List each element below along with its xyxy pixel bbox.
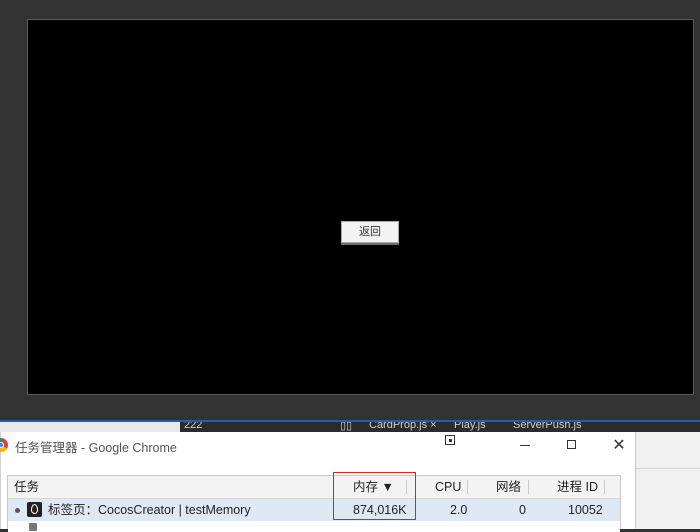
maximize-button[interactable]	[559, 435, 585, 455]
editor-tab[interactable]: 222	[184, 422, 202, 431]
table-row[interactable]: 标签页：CocosCreator | testMemory 874,016K 2…	[8, 499, 620, 521]
column-header-task[interactable]: 任务	[14, 476, 39, 498]
title-bar[interactable]: 任务管理器 - Google Chrome ✕	[0, 432, 635, 460]
column-divider[interactable]	[604, 480, 605, 494]
editor-tab[interactable]: Play.js	[454, 422, 486, 431]
column-divider[interactable]	[333, 480, 334, 494]
process-table: 任务 内存 ▼ CPU 网络 进程 ID 标签页：CocosCreator | …	[7, 475, 621, 532]
cocos-tab-icon	[27, 502, 42, 517]
column-divider[interactable]	[406, 480, 407, 494]
table-row[interactable]	[8, 522, 620, 532]
task-name: 标签页：CocosCreator | testMemory	[48, 503, 251, 517]
chrome-icon	[0, 438, 8, 452]
close-button[interactable]: ✕	[606, 435, 632, 455]
minimize-button[interactable]	[512, 435, 538, 455]
column-header-network[interactable]: 网络	[496, 476, 521, 498]
editor-tab[interactable]: ServerPush.js	[513, 422, 581, 431]
task-manager-window: 任务管理器 - Google Chrome ✕ 任务 内存 ▼ CPU 网络 进…	[0, 432, 636, 532]
column-divider[interactable]	[528, 480, 529, 494]
pin-icon[interactable]	[445, 435, 455, 445]
pid-value: 10052	[568, 503, 603, 517]
editor-tab-divider-icon: ▯▯	[340, 422, 353, 432]
background-window	[636, 432, 700, 529]
divider	[636, 468, 700, 469]
back-button[interactable]: 返回	[341, 221, 399, 243]
cpu-value: 2.0	[450, 503, 468, 517]
gpu-process-icon	[29, 523, 37, 531]
column-header-pid[interactable]: 进程 ID	[557, 476, 598, 498]
editor-tab[interactable]: CardProp.js ×	[369, 422, 437, 431]
column-header-memory[interactable]: 内存 ▼	[353, 476, 394, 498]
column-divider[interactable]	[467, 480, 468, 494]
memory-value: 874,016K	[353, 503, 407, 517]
game-preview-canvas[interactable]: 返回	[27, 19, 694, 395]
table-header: 任务 内存 ▼ CPU 网络 进程 ID	[8, 476, 620, 499]
column-header-cpu[interactable]: CPU	[435, 476, 461, 498]
window-title: 任务管理器 - Google Chrome	[15, 441, 177, 455]
bullet-icon	[15, 508, 20, 513]
network-value: 0	[519, 503, 526, 517]
